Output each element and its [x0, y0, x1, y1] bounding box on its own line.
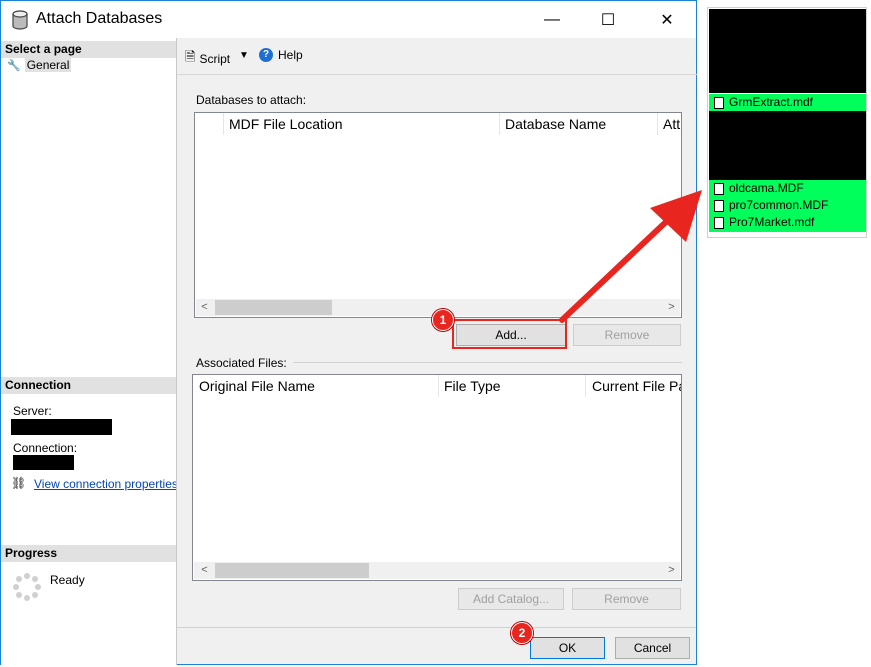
scroll-thumb[interactable] — [215, 563, 369, 578]
remove-file-button[interactable]: Remove — [572, 588, 681, 610]
file-icon — [714, 199, 724, 212]
progress-status: Ready — [50, 573, 85, 587]
redacted-region — [709, 111, 866, 180]
help-button[interactable]: ? Help — [259, 48, 303, 62]
file-item[interactable]: oldcama.MDF — [709, 180, 866, 197]
file-name: pro7common.MDF — [729, 198, 829, 212]
redacted-region — [709, 9, 866, 93]
connection-header: Connection — [1, 377, 176, 394]
page-item-general[interactable]: 🔧 General — [7, 58, 72, 72]
wrench-icon: 🔧 — [7, 59, 21, 72]
file-list-bottom: oldcama.MDF pro7common.MDF Pro7Market.md… — [709, 180, 866, 232]
script-button[interactable]: 🗎 Script — [185, 48, 230, 70]
column-file-type[interactable]: File Type — [444, 375, 579, 397]
select-page-header: Select a page — [1, 41, 176, 58]
file-name: GrmExtract.mdf — [729, 95, 814, 109]
attach-databases-dialog: Attach Databases — ☐ ✕ Select a page 🔧 G… — [0, 0, 697, 665]
minimize-button[interactable]: — — [529, 1, 575, 38]
file-item[interactable]: pro7common.MDF — [709, 197, 866, 214]
toolbar-divider — [177, 74, 697, 75]
red-arrow-icon — [559, 190, 702, 323]
column-separator — [438, 375, 439, 397]
column-original-file-name[interactable]: Original File Name — [199, 375, 434, 397]
file-icon — [714, 96, 724, 109]
connection-label: Connection: — [13, 441, 78, 455]
title-bar[interactable]: Attach Databases — ☐ ✕ — [1, 1, 696, 38]
maximize-button[interactable]: ☐ — [585, 1, 631, 38]
file-icon — [714, 216, 724, 229]
ok-button[interactable]: OK — [530, 637, 605, 659]
remove-file-label: Remove — [604, 592, 649, 606]
view-props-link-clip: View connection properties — [34, 477, 176, 491]
file-icon — [714, 182, 724, 195]
footer-divider — [177, 627, 696, 628]
column-separator — [585, 375, 586, 397]
callout-badge-step2: 2 — [511, 622, 533, 644]
left-pane: Select a page 🔧 General Connection Serve… — [1, 38, 177, 665]
file-item[interactable]: GrmExtract.mdf — [709, 94, 866, 111]
script-label: Script — [199, 52, 231, 66]
script-icon: 🗎 — [185, 49, 196, 64]
column-current-file-path[interactable]: Current File Pa — [592, 375, 681, 397]
associated-horizontal-scrollbar[interactable]: < > — [194, 562, 680, 579]
server-value-redacted — [11, 419, 112, 435]
page-item-label: General — [24, 58, 72, 72]
connection-value-redacted — [13, 455, 74, 470]
progress-spinner-icon — [13, 573, 41, 601]
cancel-label: Cancel — [633, 641, 672, 655]
column-separator — [657, 113, 658, 135]
scroll-left-icon[interactable]: < — [196, 299, 213, 316]
ok-label: OK — [558, 641, 577, 655]
window-title: Attach Databases — [36, 10, 163, 27]
database-icon — [12, 10, 28, 30]
script-dropdown-chevron-icon[interactable]: ▼ — [239, 50, 249, 61]
databases-section-label: Databases to attach: — [196, 93, 307, 107]
callout-badge-step1: 1 — [432, 309, 454, 331]
scroll-right-icon[interactable]: > — [663, 562, 680, 579]
column-separator — [499, 113, 500, 135]
view-connection-properties-link[interactable]: View connection properties — [34, 477, 176, 491]
add-catalog-button[interactable]: Add Catalog... — [458, 588, 564, 610]
help-icon: ? — [259, 48, 273, 62]
associated-files-label: Associated Files: — [196, 356, 287, 370]
toolbar: 🗎 Script ▼ ? Help — [177, 38, 697, 74]
file-list-top: GrmExtract.mdf — [709, 94, 866, 111]
associated-files-grid[interactable]: Original File Name File Type Current Fil… — [192, 374, 682, 581]
progress-header: Progress — [1, 545, 176, 562]
column-attach-as[interactable]: Att — [663, 113, 681, 135]
file-item[interactable]: Pro7Market.mdf — [709, 214, 866, 231]
section-divider — [293, 362, 682, 363]
connection-properties-icon: ⛓ — [11, 476, 27, 490]
scroll-thumb[interactable] — [215, 300, 332, 315]
help-label: Help — [278, 48, 303, 62]
cancel-button[interactable]: Cancel — [615, 637, 690, 659]
column-mdf-file-location[interactable]: MDF File Location — [229, 113, 494, 135]
close-icon: ✕ — [660, 11, 674, 29]
file-name: oldcama.MDF — [729, 181, 804, 195]
maximize-icon: ☐ — [600, 11, 616, 29]
server-label: Server: — [13, 404, 52, 418]
add-catalog-label: Add Catalog... — [472, 592, 550, 606]
file-name: Pro7Market.mdf — [729, 215, 815, 229]
minimize-icon: — — [544, 10, 560, 28]
column-database-name[interactable]: Database Name — [505, 113, 655, 135]
scroll-left-icon[interactable]: < — [196, 562, 213, 579]
remove-button-label: Remove — [604, 328, 650, 342]
column-separator — [223, 113, 224, 135]
close-button[interactable]: ✕ — [644, 1, 690, 38]
